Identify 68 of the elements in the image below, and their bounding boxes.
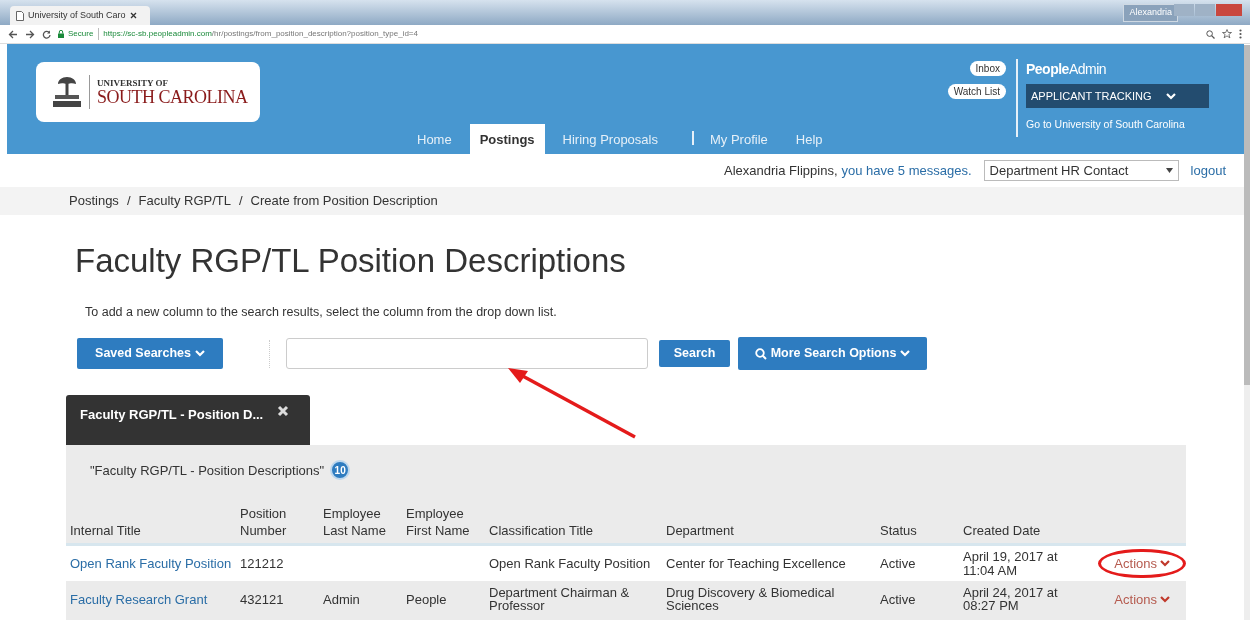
saved-searches-button[interactable]: Saved Searches <box>77 338 223 370</box>
table-cell: Active <box>880 555 916 571</box>
count-badge: 10 <box>330 460 351 481</box>
chevron-down-icon <box>194 350 205 358</box>
table-cell: Active <box>880 591 916 607</box>
chevron-down-icon <box>1165 92 1176 100</box>
table-cell: 121212 <box>240 555 284 571</box>
results-caption: "Faculty RGP/TL - Position Descriptions" <box>90 461 325 480</box>
logo-icon <box>52 75 82 109</box>
hint-text: To add a new column to the search results, select the column from the drop down list. <box>85 303 558 321</box>
column-header: Internal Title <box>70 522 141 538</box>
table-cell: 432121 <box>240 591 284 607</box>
dropdown-icon <box>1165 168 1173 173</box>
breadcrumb-separator: / <box>238 192 243 211</box>
chevron-down-icon <box>1160 595 1170 603</box>
quick-link[interactable]: Inbox <box>969 61 1006 76</box>
role-select[interactable]: Department HR Contact <box>983 160 1179 181</box>
table-cell: Open Rank Faculty Position <box>489 555 651 571</box>
nav-tab[interactable]: Postings <box>469 123 545 154</box>
column-header: Employee First Name <box>406 506 470 538</box>
university-link[interactable]: Go to University of South Carolina <box>1026 117 1209 133</box>
column-header: Employee Last Name <box>323 506 386 538</box>
chevron-down-icon <box>900 350 911 358</box>
column-header: Created Date <box>963 522 1041 538</box>
table-cell: People <box>406 591 447 607</box>
breadcrumb-current: Create from Position Description <box>250 192 438 211</box>
column-header: Classification Title <box>489 522 594 538</box>
quick-link[interactable]: Watch List <box>947 84 1006 99</box>
university-logo[interactable]: UNIVERSITY OF SOUTH CAROLINA <box>36 62 260 122</box>
user-name: Alexandria Flippins, <box>724 161 838 180</box>
table-cell: Department Chairman & Professor <box>489 584 630 614</box>
table-cell: April 19, 2017 at 11:04 AM <box>963 549 1058 578</box>
column-header: Position Number <box>240 506 287 538</box>
column-header: Status <box>880 522 917 538</box>
scrollbar-thumb[interactable] <box>1244 45 1250 385</box>
forward-icon[interactable] <box>25 29 35 39</box>
chevron-down-icon <box>1160 560 1170 568</box>
logout-link[interactable]: logout <box>1190 160 1226 181</box>
more-search-options-button[interactable]: More Search Options <box>738 337 927 371</box>
actions-dropdown[interactable]: Actions <box>1104 584 1180 615</box>
browser-tab[interactable]: University of South Caro <box>10 6 150 25</box>
search-icon <box>754 347 767 360</box>
results-tab[interactable]: Faculty RGP/TL - Position D... <box>66 395 310 446</box>
messages-link[interactable]: you have 5 messages. <box>841 160 972 181</box>
page-icon <box>16 10 24 21</box>
breadcrumb-link[interactable]: Faculty RGP/TL <box>138 191 231 211</box>
lock-icon <box>58 30 64 38</box>
column-header: Department <box>666 522 734 538</box>
breadcrumb-separator: / <box>126 192 131 211</box>
star-icon[interactable] <box>1222 29 1232 39</box>
table-cell: April 24, 2017 at 08:27 PM <box>963 584 1058 614</box>
reload-icon[interactable] <box>42 29 51 39</box>
address-bar[interactable]: Secure https://sc-sb.peopleadmin.com/hr/postings/from_position_description?position_type_id=4 <box>58 26 1199 42</box>
table-cell: Admin <box>323 591 360 607</box>
back-icon[interactable] <box>8 29 18 39</box>
actions-dropdown[interactable]: Actions <box>1104 548 1180 579</box>
zoom-icon[interactable] <box>1206 29 1215 39</box>
title-link[interactable]: Open Rank Faculty Position <box>70 555 232 571</box>
product-dropdown[interactable]: APPLICANT TRACKING <box>1026 84 1209 108</box>
menu-icon[interactable] <box>1239 29 1242 39</box>
table-cell: Center for Teaching Excellence <box>666 555 846 571</box>
close-icon[interactable] <box>129 12 137 19</box>
page-title: Faculty RGP/TL Position Descriptions <box>75 241 627 281</box>
breadcrumb-link[interactable]: Postings <box>69 191 119 211</box>
table-cell: Drug Discovery & Biomedical Sciences <box>666 584 835 614</box>
title-link[interactable]: Faculty Research Grant <box>70 591 208 607</box>
brand-name: PeopleAdmin <box>1026 60 1108 79</box>
search-button[interactable]: Search <box>659 340 730 368</box>
